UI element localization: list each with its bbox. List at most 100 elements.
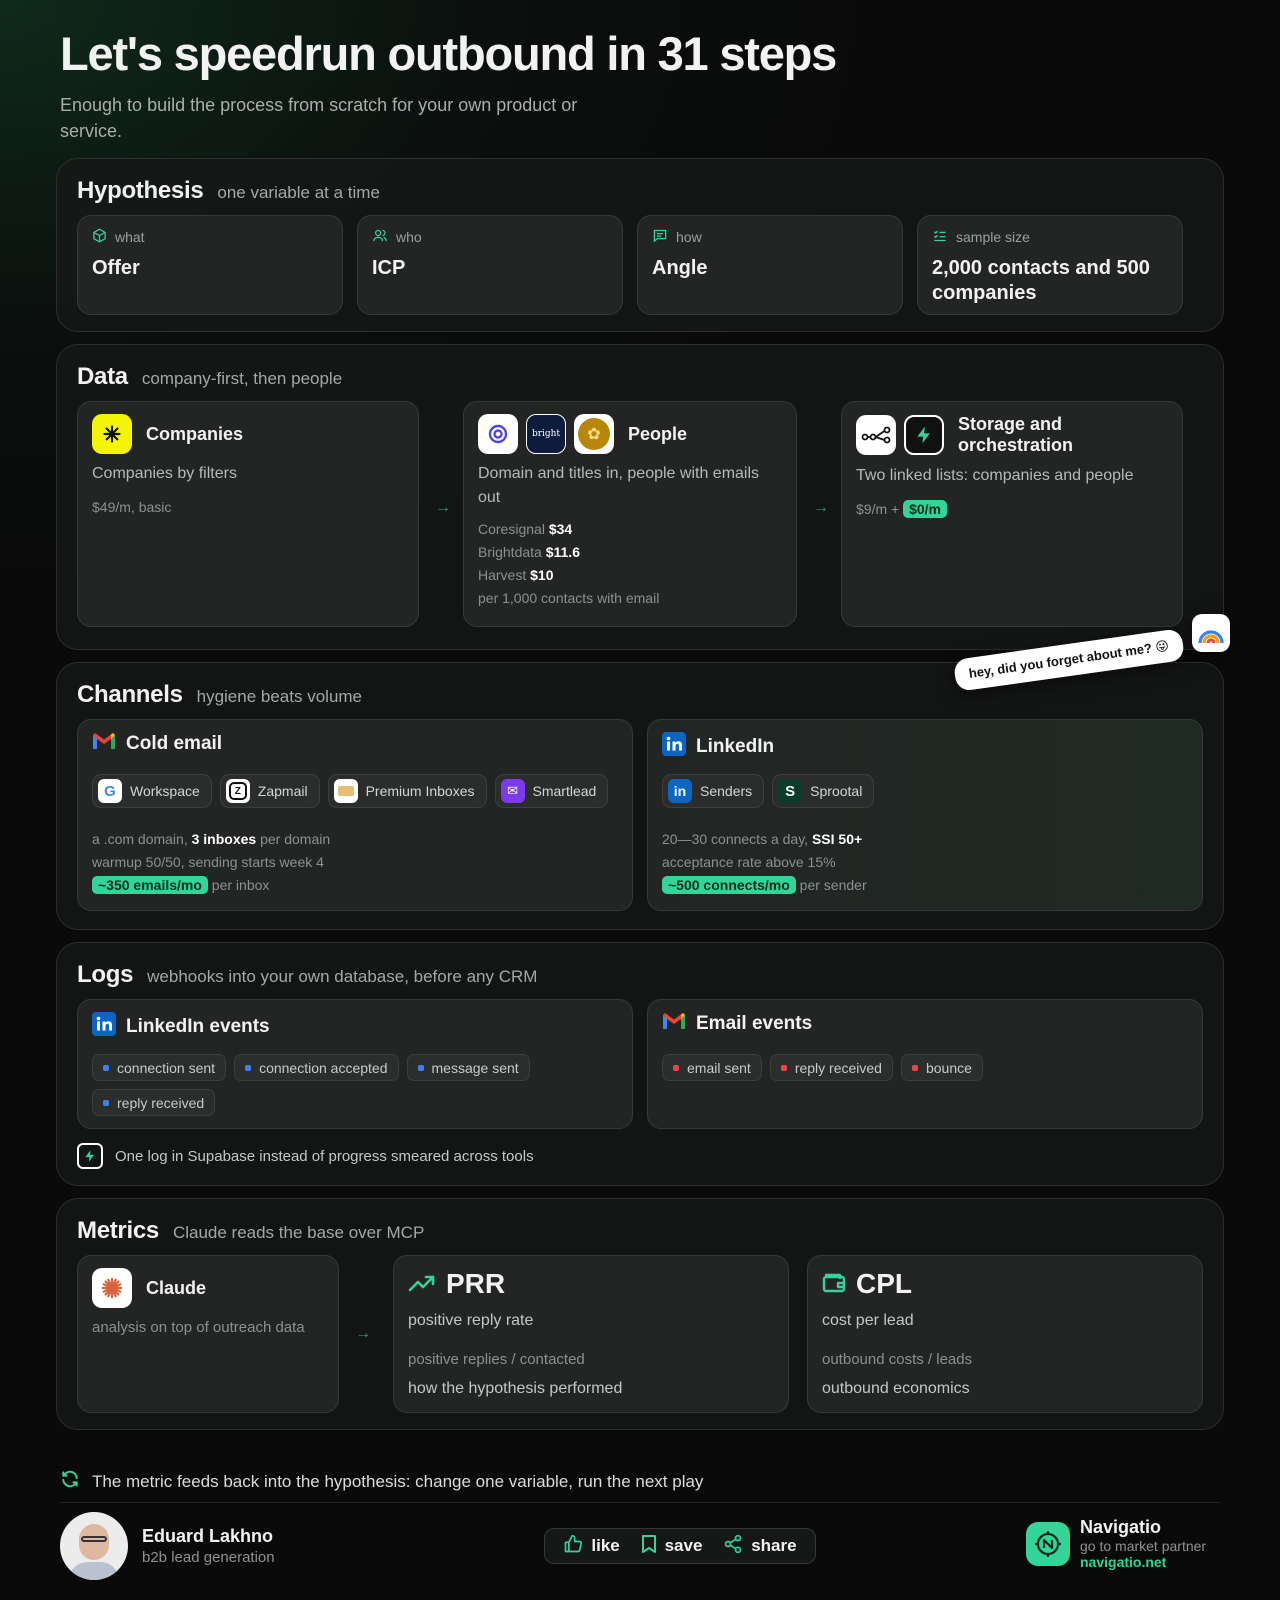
- prr-card: PRR positive reply rate positive replies…: [393, 1255, 789, 1413]
- logs-section: Logs webhooks into your own database, be…: [56, 942, 1224, 1186]
- hypothesis-card-who: who ICP: [357, 215, 623, 315]
- metrics-section: Metrics Claude reads the base over MCP C…: [56, 1198, 1224, 1430]
- claude-card: Claude analysis on top of outreach data: [77, 1255, 339, 1413]
- tool-pill-zapmail: Z Zapmail: [219, 774, 320, 808]
- card-label: sample size: [956, 229, 1030, 245]
- rainbow-avatar-icon: [1192, 614, 1230, 652]
- brightdata-logo-icon: bright: [526, 414, 566, 454]
- like-button[interactable]: like: [563, 1534, 620, 1559]
- refresh-icon: [60, 1469, 80, 1494]
- hypothesis-card-how: how Angle: [637, 215, 903, 315]
- companies-card: Companies Companies by filters $49/m, ba…: [77, 401, 419, 627]
- page-header: Let's speedrun outbound in 31 steps Enou…: [60, 26, 1160, 144]
- card-title: Claude: [146, 1277, 207, 1298]
- supabase-icon: [77, 1143, 103, 1169]
- share-button[interactable]: share: [723, 1534, 797, 1559]
- card-title: LinkedIn events: [126, 1016, 270, 1037]
- section-subtitle: hygiene beats volume: [196, 687, 363, 706]
- section-title: Hypothesis: [77, 177, 204, 204]
- smartlead-icon: ✉: [500, 779, 525, 803]
- hypothesis-card-sample-size: sample size 2,000 contacts and 500 compa…: [917, 215, 1183, 315]
- vendor-list: Coresignal $34 Brightdata $11.6 Harvest …: [478, 518, 782, 610]
- compass-logo-icon: [1026, 1521, 1070, 1566]
- section-subtitle: webhooks into your own database, before …: [147, 967, 538, 986]
- metric-formula: outbound costs / leads: [822, 1351, 973, 1368]
- gmail-icon: [92, 732, 116, 756]
- volume-badge: ~350 emails/mo: [92, 876, 208, 894]
- linkedin-events-card: LinkedIn events connection sent connecti…: [77, 999, 633, 1129]
- linkedin-icon: [92, 1012, 116, 1042]
- card-title: Companies: [146, 423, 244, 444]
- event-pill: reply received: [92, 1089, 216, 1116]
- card-label: who: [396, 229, 422, 245]
- card-value: Offer: [92, 257, 140, 279]
- section-title: Metrics: [77, 1217, 159, 1244]
- feedback-loop-note: The metric feeds back into the hypothesi…: [60, 1469, 703, 1494]
- brand-name: Navigatio: [1080, 1517, 1162, 1537]
- avatar: [60, 1512, 128, 1580]
- checklist-icon: [932, 228, 948, 246]
- event-pill: bounce: [900, 1054, 983, 1081]
- nodes-logo-icon: [856, 415, 896, 455]
- vendor-row: Harvest $10: [478, 567, 554, 583]
- coresignal-logo-icon: [478, 414, 518, 454]
- event-pill: reply received: [769, 1054, 893, 1081]
- event-pill: email sent: [662, 1054, 762, 1081]
- card-title: Storage and orchestration: [958, 414, 1074, 455]
- metric-formula: positive replies / contacted: [408, 1351, 585, 1368]
- cold-email-card: Cold email G Workspace Z Zapmail Premium I…: [77, 719, 633, 911]
- wallet-icon: [822, 1268, 846, 1300]
- brand-link[interactable]: navigatio.net: [1080, 1554, 1206, 1570]
- section-title: Logs: [77, 961, 134, 988]
- card-description: Companies by filters: [92, 465, 237, 482]
- email-events-card: Email events email sent reply received b…: [647, 999, 1203, 1129]
- event-pill: connection sent: [92, 1054, 227, 1081]
- save-button[interactable]: save: [641, 1534, 702, 1559]
- page-subtitle: Enough to build the process from scratch…: [60, 95, 578, 141]
- card-value: Angle: [652, 257, 708, 279]
- metric-name: cost per lead: [822, 1312, 914, 1329]
- trending-up-icon: [408, 1268, 436, 1300]
- channels-section: Channels hygiene beats volume Cold email…: [56, 662, 1224, 930]
- author-role: b2b lead generation: [142, 1549, 275, 1566]
- users-icon: [372, 228, 388, 246]
- harvest-logo-icon: ✿: [574, 414, 614, 454]
- card-price: $9/m + $0/m: [856, 498, 1168, 521]
- card-description: analysis on top of outreach data: [92, 1319, 305, 1336]
- brand-block: Navigatio go to market partner navigatio…: [1026, 1517, 1206, 1570]
- logs-note: One log in Supabase instead of progress …: [77, 1143, 534, 1169]
- event-pill: message sent: [406, 1054, 530, 1081]
- thumbs-up-icon: [563, 1534, 583, 1559]
- linkedin-icon: [662, 732, 686, 762]
- bookmark-icon: [641, 1534, 657, 1559]
- arrow-right-icon: →: [435, 499, 451, 516]
- card-description: Domain and titles in, people with emails…: [478, 465, 760, 506]
- asterisk-logo-icon: [92, 414, 132, 454]
- premium-inboxes-icon: [333, 779, 358, 803]
- arrow-right-icon: →: [813, 499, 829, 516]
- footer-divider: [60, 1502, 1220, 1503]
- event-pill: connection accepted: [234, 1054, 399, 1081]
- claude-logo-icon: [92, 1268, 132, 1308]
- section-subtitle: Claude reads the base over MCP: [172, 1223, 425, 1242]
- card-label: how: [676, 229, 702, 245]
- card-value: ICP: [372, 257, 406, 279]
- vendor-note: per 1,000 contacts with email: [478, 590, 660, 606]
- brand-tagline: go to market partner: [1080, 1538, 1207, 1554]
- volume-badge: ~500 connects/mo: [662, 876, 796, 894]
- storage-card: Storage and orchestration Two linked lis…: [841, 401, 1183, 627]
- card-title: People: [628, 423, 688, 444]
- channel-notes: a .com domain, 3 inboxes per domain warm…: [92, 831, 331, 894]
- cpl-card: CPL cost per lead outbound costs / leads…: [807, 1255, 1203, 1413]
- people-card: bright ✿ People Domain and titles in, pe…: [463, 401, 797, 627]
- metric-meaning: outbound economics: [822, 1380, 970, 1397]
- card-value: 2,000 contacts and 500 companies: [932, 257, 1150, 304]
- share-icon: [723, 1534, 743, 1559]
- section-title: Channels: [77, 681, 183, 708]
- metric-title: PRR: [446, 1268, 506, 1299]
- tool-pill-premium-inboxes: Premium Inboxes: [327, 774, 487, 808]
- vendor-row: Coresignal $34: [478, 521, 573, 537]
- page-title: Let's speedrun outbound in 31 steps: [60, 27, 837, 80]
- zapmail-icon: Z: [225, 779, 250, 803]
- linkedin-icon: in: [668, 779, 692, 803]
